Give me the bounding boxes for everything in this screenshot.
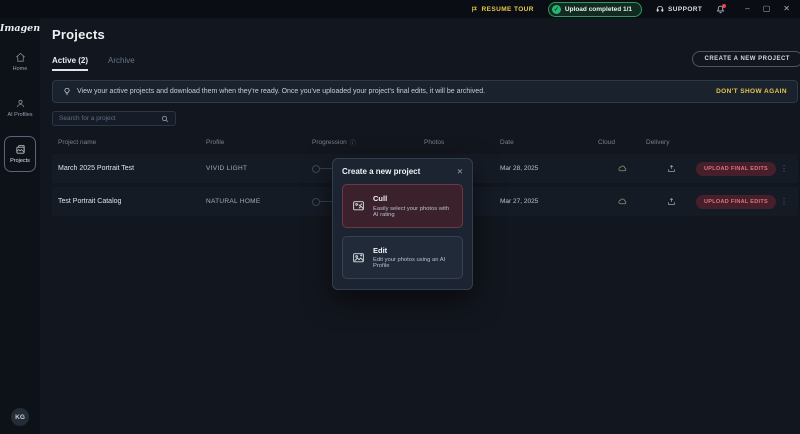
sidebar-item-home[interactable]: Home [4,44,36,80]
search-icon [161,115,169,123]
close-button[interactable]: ✕ [783,5,790,13]
maximize-button[interactable]: ▢ [763,5,771,13]
user-icon [15,98,26,109]
tab-archive[interactable]: Archive [108,56,135,71]
info-icon: ⓘ [350,138,356,147]
tabs: Active (2) Archive [52,56,798,71]
lightbulb-icon [63,87,71,96]
info-banner: View your active projects and download t… [52,80,798,103]
modal-close-icon[interactable]: ✕ [457,167,463,176]
home-icon [15,52,26,63]
projects-icon [15,144,26,155]
col-project-name: Project name [58,139,206,146]
col-delivery: Delivery [646,139,696,146]
upload-final-edits-button[interactable]: UPLOAD FINAL EDITS [696,195,776,209]
table-header: Project name Profile Progression ⓘ Photo… [52,130,798,154]
option-subtitle: Edit your photos using an AI Profile [373,257,453,269]
user-avatar[interactable]: KG [11,408,29,426]
notification-dot [722,4,726,8]
project-date: Mar 28, 2025 [500,165,598,172]
tab-active[interactable]: Active (2) [52,56,88,71]
flag-icon [471,6,478,13]
project-date: Mar 27, 2025 [500,198,598,205]
row-menu-icon[interactable]: ⋮ [776,197,792,206]
col-progression: Progression ⓘ [312,138,424,147]
support-button[interactable]: SUPPORT [656,5,702,13]
search-input[interactable] [59,115,161,122]
upload-status-pill[interactable]: ✓ Upload completed 1/1 [548,2,642,17]
resume-tour-button[interactable]: RESUME TOUR [471,6,534,13]
upload-status-label: Upload completed 1/1 [565,6,632,13]
modal-title: Create a new project [342,167,420,176]
page-title: Projects [52,27,798,42]
headset-icon [656,5,664,13]
col-date: Date [500,139,598,146]
notifications-button[interactable] [716,5,725,14]
col-photos: Photos [424,139,500,146]
minimize-button[interactable]: – [745,5,749,13]
app-logo: Imagen [0,23,40,34]
option-cull[interactable]: Cull Easily select your photos with AI r… [342,184,463,228]
create-new-project-button[interactable]: CREATE A NEW PROJECT [692,51,800,67]
create-project-modal: Create a new project ✕ Cull Easily selec… [332,158,473,290]
sidebar-item-ai-profiles[interactable]: AI Profiles [4,90,36,126]
sidebar-item-label: Projects [10,158,30,164]
sidebar-item-projects[interactable]: Projects [4,136,36,172]
cloud-icon[interactable] [598,164,646,173]
col-profile: Profile [206,139,312,146]
dont-show-again-button[interactable]: DON'T SHOW AGAIN [716,88,787,95]
cloud-icon[interactable] [598,197,646,206]
col-cloud: Cloud [598,139,646,146]
option-subtitle: Easily select your photos with AI rating [373,206,453,218]
option-title: Cull [373,194,453,203]
banner-text: View your active projects and download t… [77,88,485,95]
option-title: Edit [373,246,453,255]
search-box [52,111,176,126]
window-controls: – ▢ ✕ [745,5,790,13]
sidebar: Imagen Home AI Profiles Projects KG [0,18,40,434]
titlebar: RESUME TOUR ✓ Upload completed 1/1 SUPPO… [0,0,800,18]
row-menu-icon[interactable]: ⋮ [776,164,792,173]
resume-tour-label: RESUME TOUR [482,6,534,13]
edit-photo-icon [352,251,365,264]
project-profile: NATURAL HOME [206,198,312,205]
delivery-upload-icon[interactable] [646,164,696,173]
support-label: SUPPORT [668,6,702,13]
project-name: March 2025 Portrait Test [58,165,206,172]
sidebar-item-label: AI Profiles [7,112,32,118]
upload-final-edits-button[interactable]: UPLOAD FINAL EDITS [696,162,776,176]
sidebar-item-label: Home [13,66,28,72]
app-window: RESUME TOUR ✓ Upload completed 1/1 SUPPO… [0,0,800,434]
check-circle-icon: ✓ [552,5,561,14]
project-profile: VIVID LIGHT [206,165,312,172]
delivery-upload-icon[interactable] [646,197,696,206]
project-name: Test Portrait Catalog [58,198,206,205]
cull-photo-check-icon [352,199,365,212]
option-edit[interactable]: Edit Edit your photos using an AI Profil… [342,236,463,280]
